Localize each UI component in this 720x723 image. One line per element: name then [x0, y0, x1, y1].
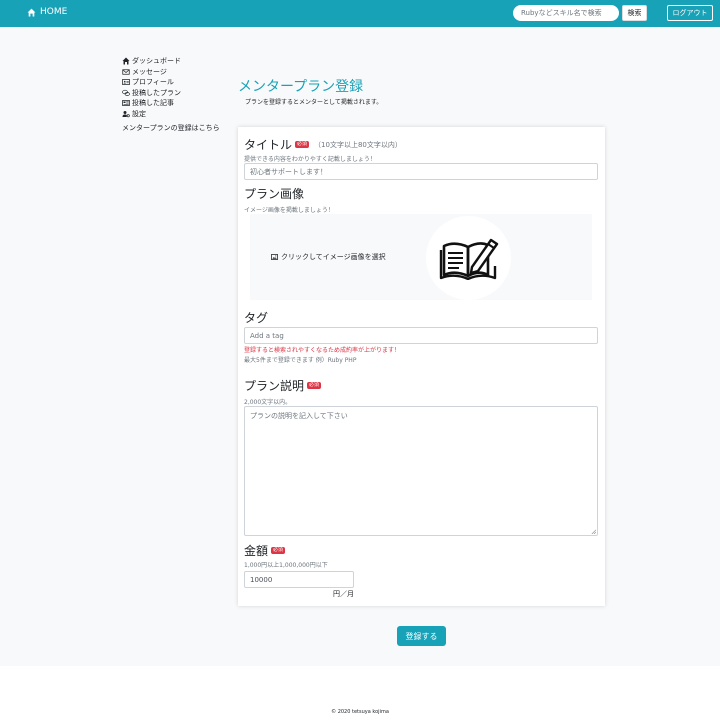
sidebar: ダッシュボード メッセージ プロフィール 投稿したプラン 投稿した記事 設定 メ… [122, 56, 232, 133]
home-icon [27, 8, 36, 16]
sidebar-item-label: 投稿したプラン [132, 88, 181, 97]
sidebar-item-profile[interactable]: プロフィール [122, 77, 232, 88]
sidebar-item-dashboard[interactable]: ダッシュボード [122, 56, 232, 67]
user-cog-icon [122, 110, 130, 117]
newspaper-icon [122, 100, 130, 107]
description-label-row: プラン説明 必須 [244, 377, 322, 394]
description-textarea[interactable]: プランの説明を記入して下さい [244, 406, 598, 536]
image-icon [271, 254, 278, 260]
page-subtitle: プランを登録するとメンターとして掲載されます。 [245, 99, 383, 106]
sidebar-item-settings[interactable]: 設定 [122, 109, 232, 120]
id-card-icon [122, 79, 130, 86]
plan-register-link[interactable]: メンタープランの登録はこちら [122, 123, 232, 133]
resize-handle-icon[interactable] [591, 529, 596, 534]
tag-warning: 登録すると検索されやすくなるため成約率が上がります！ [244, 347, 401, 354]
book-pen-icon [439, 238, 498, 280]
title-input[interactable]: 初心者サポートします！ [244, 163, 598, 180]
price-label-row: 金額 必須 [244, 542, 286, 559]
sidebar-item-label: メッセージ [132, 67, 167, 76]
navbar: HOME 検索 ログアウト [0, 0, 720, 27]
tag-input[interactable]: Add a tag [244, 327, 598, 344]
description-label: プラン説明 [244, 379, 305, 393]
title-label-row: タイトル 必須 （10文字以上80文字以内） [244, 136, 402, 153]
sidebar-item-label: 設定 [132, 109, 146, 118]
tag-label: タグ [244, 311, 269, 325]
image-label: プラン画像 [244, 187, 305, 201]
sidebar-item-articles[interactable]: 投稿した記事 [122, 98, 232, 109]
home-icon [122, 57, 130, 65]
required-badge: 必須 [307, 382, 322, 389]
tag-help: 最大5件まで登録できます 例）Ruby PHP [244, 357, 357, 364]
sidebar-item-label: 投稿した記事 [132, 99, 174, 108]
sidebar-item-plans[interactable]: 投稿したプラン [122, 88, 232, 99]
brand-label: HOME [40, 7, 68, 17]
title-label: タイトル [244, 138, 293, 152]
home-link[interactable]: HOME [27, 7, 67, 17]
image-select-text: クリックしてイメージ画像を選択 [281, 253, 386, 261]
search-input[interactable] [513, 5, 619, 21]
title-length-note: （10文字以上80文字以内） [314, 140, 402, 149]
search-button[interactable]: 検索 [622, 5, 647, 21]
submit-button[interactable]: 登録する [397, 626, 446, 646]
logout-button[interactable]: ログアウト [667, 5, 713, 21]
image-preview [426, 216, 511, 300]
title-help: 提供できる内容をわかりやすく記載しましょう！ [244, 156, 376, 163]
envelope-icon [122, 69, 130, 75]
required-badge: 必須 [295, 141, 310, 148]
plan-form-card: タイトル 必須 （10文字以上80文字以内） 提供できる内容をわかりやすく記載し… [238, 127, 605, 606]
image-upload-area[interactable]: クリックしてイメージ画像を選択 [250, 214, 592, 300]
required-badge: 必須 [271, 547, 286, 554]
sidebar-item-label: プロフィール [132, 78, 174, 87]
price-unit: 円／月 [333, 590, 354, 598]
price-input[interactable]: 10000 [244, 571, 354, 588]
price-help: 1,000円以上1,000,000円以下 [244, 562, 328, 569]
page-title: メンタープラン登録 [238, 79, 364, 95]
footer-copyright: © 2020 tetsuya kojima [331, 709, 389, 715]
image-help: イメージ画像を掲載しましょう！ [244, 207, 334, 214]
description-help: 2,000文字以内。 [244, 399, 292, 406]
image-select-link[interactable]: クリックしてイメージ画像を選択 [271, 252, 386, 262]
price-label: 金額 [244, 544, 269, 558]
description-placeholder: プランの説明を記入して下さい [250, 412, 348, 420]
comments-icon [122, 89, 130, 96]
sidebar-item-label: ダッシュボード [132, 57, 181, 66]
sidebar-item-messages[interactable]: メッセージ [122, 67, 232, 78]
